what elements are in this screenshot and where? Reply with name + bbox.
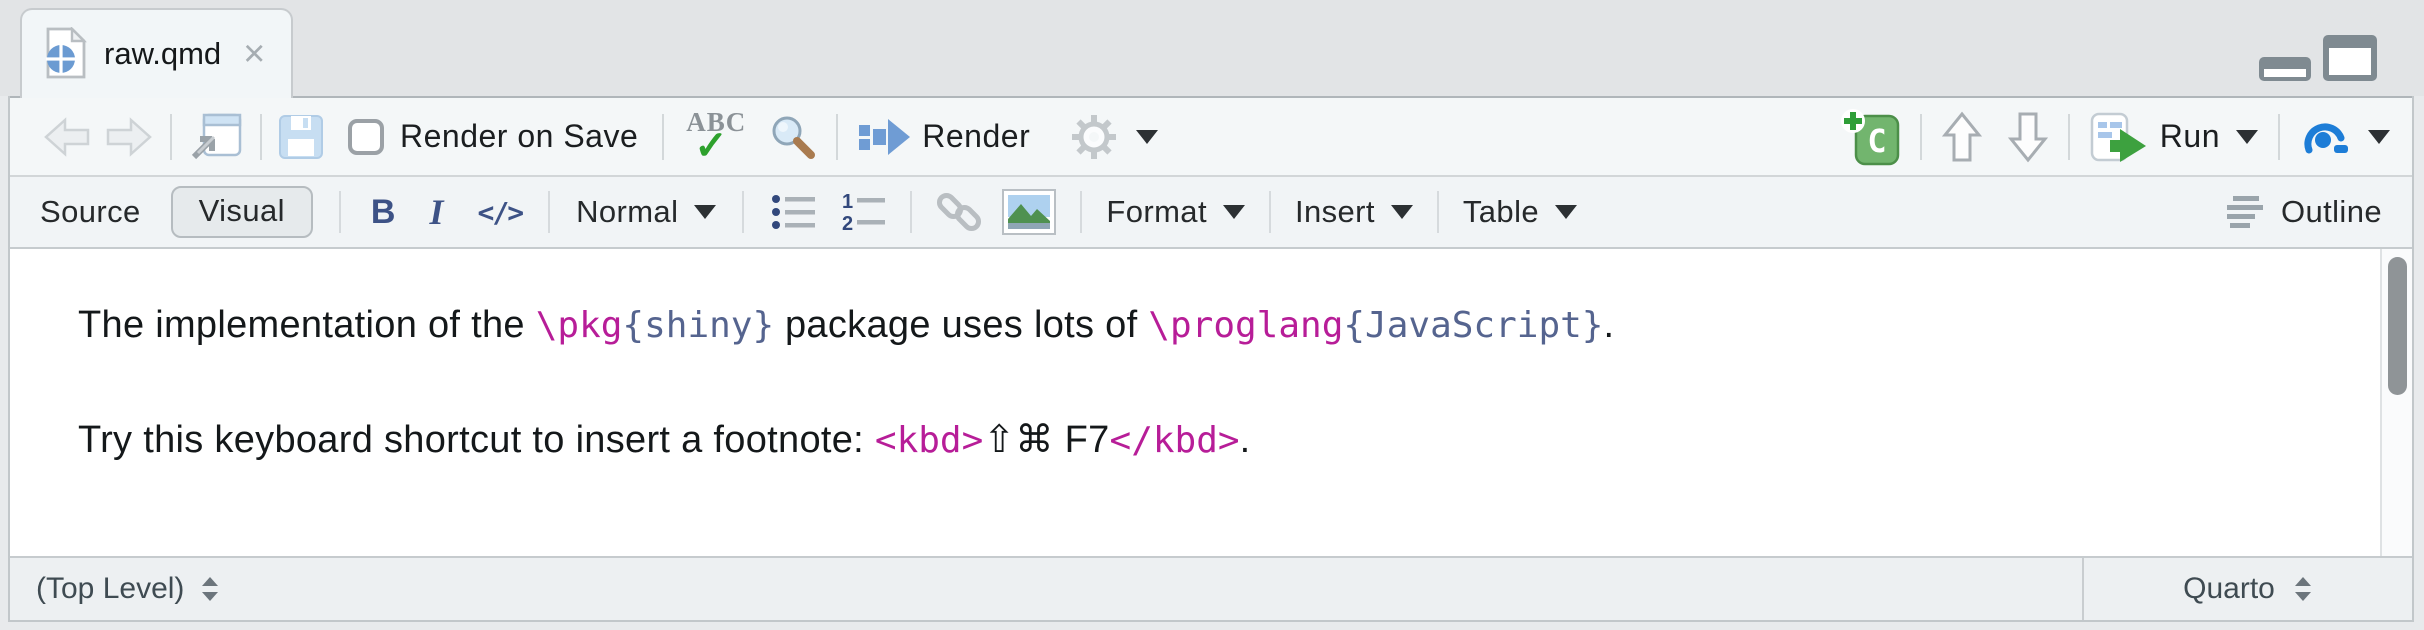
publish-icon[interactable]: [2300, 114, 2352, 160]
run-button[interactable]: Run: [2160, 118, 2220, 155]
svg-text:2: 2: [842, 213, 853, 234]
latex-argument: {JavaScript}: [1343, 305, 1603, 346]
render-on-save-label: Render on Save: [400, 118, 638, 155]
insert-chunk-icon[interactable]: C: [1840, 108, 1900, 166]
svg-text:C: C: [1867, 122, 1886, 160]
bold-button[interactable]: B: [371, 193, 396, 232]
rstudio-source-pane: raw.qmd ×: [0, 0, 2424, 630]
primary-toolbar: Render on Save ABC ✓ Render: [10, 96, 2412, 177]
editor-status-bar: (Top Level) Quarto: [10, 556, 2412, 620]
forward-icon[interactable]: [102, 115, 154, 159]
paragraph-style-caret-icon[interactable]: [694, 205, 716, 219]
separator: [742, 191, 744, 233]
scope-selector[interactable]: (Top Level): [10, 558, 234, 620]
code-button[interactable]: </>: [477, 196, 522, 229]
spellcheck-check: ✓: [694, 123, 728, 169]
outline-icon: [2225, 194, 2269, 230]
bullet-list-icon[interactable]: [770, 190, 818, 234]
separator: [1080, 191, 1082, 233]
separator: [910, 191, 912, 233]
render-on-save-checkbox[interactable]: [348, 119, 384, 155]
editor-paragraph[interactable]: The implementation of the \pkg{shiny} pa…: [78, 299, 2292, 352]
format-label: Quarto: [2183, 572, 2275, 606]
format-caret-icon[interactable]: [1223, 205, 1245, 219]
html-tag: <kbd>: [875, 420, 983, 461]
render-options-caret-icon[interactable]: [1136, 130, 1158, 144]
quarto-document-icon: [44, 27, 88, 81]
stepper-icon: [200, 575, 220, 603]
text-run: .: [1603, 304, 1614, 346]
tab-strip: raw.qmd ×: [0, 0, 2424, 96]
text-run: package uses lots of: [774, 304, 1148, 346]
editor-paragraph[interactable]: Try this keyboard shortcut to insert a f…: [78, 414, 2292, 467]
text-run: Try this keyboard shortcut to insert a f…: [78, 419, 875, 461]
separator: [170, 114, 172, 160]
run-icon: [2090, 112, 2148, 162]
separator: [662, 114, 664, 160]
minimize-pane-icon[interactable]: [2258, 56, 2312, 82]
keyboard-shortcut-text: ⇧⌘ F7: [983, 419, 1109, 461]
link-icon[interactable]: [934, 187, 984, 237]
run-next-chunk-icon[interactable]: [2008, 111, 2048, 163]
separator: [2278, 114, 2280, 160]
formatting-toolbar: Source Visual B I </> Normal 1 2: [10, 177, 2412, 249]
latex-argument: {shiny}: [622, 305, 774, 346]
render-button[interactable]: Render: [922, 118, 1030, 155]
separator: [260, 114, 262, 160]
text-run: The implementation of the: [78, 304, 536, 346]
table-caret-icon[interactable]: [1555, 205, 1577, 219]
separator: [1920, 114, 1922, 160]
insert-caret-icon[interactable]: [1391, 205, 1413, 219]
separator: [2068, 114, 2070, 160]
stepper-icon: [2293, 575, 2313, 603]
maximize-pane-icon[interactable]: [2322, 34, 2378, 82]
tab-raw-qmd[interactable]: raw.qmd ×: [20, 8, 293, 98]
insert-menu[interactable]: Insert: [1295, 194, 1375, 230]
scrollbar-thumb[interactable]: [2388, 257, 2407, 395]
close-icon[interactable]: ×: [243, 35, 265, 73]
latex-command: \proglang: [1148, 305, 1343, 346]
search-icon[interactable]: [768, 112, 818, 162]
html-tag: </kbd>: [1110, 420, 1240, 461]
vertical-scrollbar[interactable]: [2380, 249, 2412, 556]
svg-text:1: 1: [842, 191, 853, 213]
table-menu[interactable]: Table: [1463, 194, 1539, 230]
scope-label: (Top Level): [36, 572, 184, 606]
document-format-selector[interactable]: Quarto: [2082, 558, 2412, 620]
gear-icon[interactable]: [1070, 113, 1118, 161]
run-options-caret-icon[interactable]: [2236, 130, 2258, 144]
tab-title: raw.qmd: [104, 36, 221, 72]
document-body: The implementation of the \pkg{shiny} pa…: [10, 249, 2412, 467]
source-mode-button[interactable]: Source: [40, 194, 141, 230]
separator: [1437, 191, 1439, 233]
visual-mode-button[interactable]: Visual: [171, 186, 313, 238]
spellcheck-icon[interactable]: ABC ✓: [684, 109, 750, 165]
visual-editor-canvas[interactable]: The implementation of the \pkg{shiny} pa…: [10, 249, 2412, 556]
publish-options-caret-icon[interactable]: [2368, 130, 2390, 144]
latex-command: \pkg: [536, 305, 623, 346]
separator: [836, 114, 838, 160]
format-menu[interactable]: Format: [1106, 194, 1207, 230]
save-icon[interactable]: [278, 114, 324, 160]
back-icon[interactable]: [42, 115, 94, 159]
numbered-list-icon[interactable]: 1 2: [840, 190, 888, 234]
italic-button[interactable]: I: [429, 191, 443, 233]
text-run: .: [1240, 419, 1251, 461]
run-previous-chunks-icon[interactable]: [1942, 111, 1982, 163]
outline-toggle[interactable]: Outline: [2281, 194, 2382, 230]
separator: [548, 191, 550, 233]
image-icon[interactable]: [1002, 189, 1056, 235]
paragraph-style-dropdown[interactable]: Normal: [576, 194, 678, 230]
separator: [339, 191, 341, 233]
open-in-new-window-icon[interactable]: [188, 111, 244, 163]
editor-pane: Render on Save ABC ✓ Render: [8, 96, 2414, 622]
render-icon: [858, 115, 910, 159]
separator: [1269, 191, 1271, 233]
